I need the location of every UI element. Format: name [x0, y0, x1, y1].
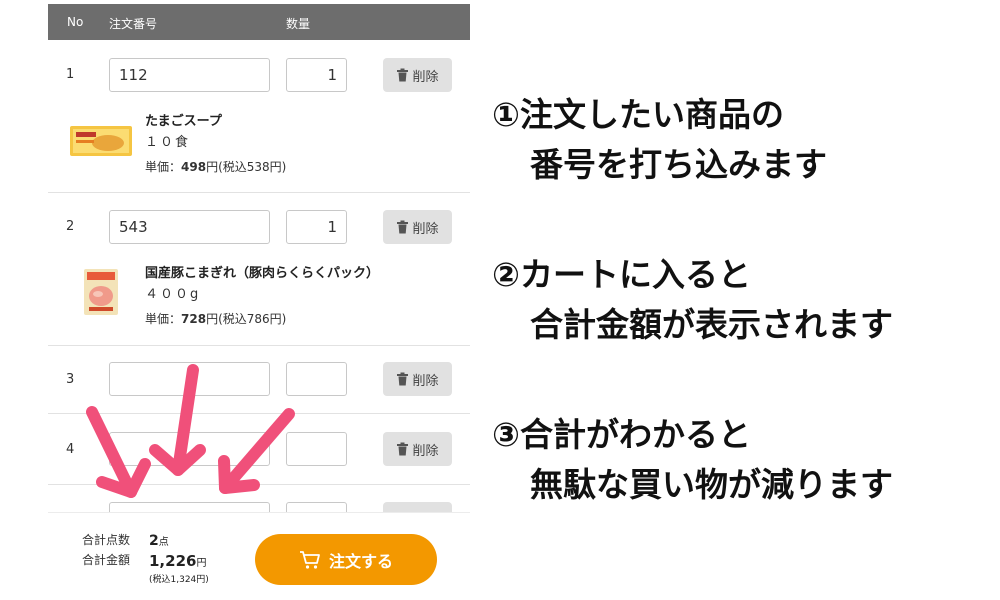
annotation-3-line2: 無駄な買い物が減ります: [530, 465, 893, 504]
annotation-2: ②カートに入ると 合計金額が表示されます: [492, 250, 893, 350]
arrow-icon: [218, 408, 295, 494]
annotation-2-line2: 合計金額が表示されます: [530, 305, 893, 344]
arrow-icon: [149, 364, 206, 476]
annotation-1-line2: 番号を打ち込みます: [530, 145, 827, 184]
annotation-3: ③合計がわかると 無駄な買い物が減ります: [492, 410, 893, 510]
annotation-2-line1: ②カートに入ると: [492, 255, 751, 294]
annotation-1-line1: ①注文したい商品の: [492, 95, 784, 134]
annotation-1: ①注文したい商品の 番号を打ち込みます: [492, 90, 827, 190]
arrow-icon: [86, 406, 151, 498]
annotation-3-line1: ③合計がわかると: [492, 415, 751, 454]
